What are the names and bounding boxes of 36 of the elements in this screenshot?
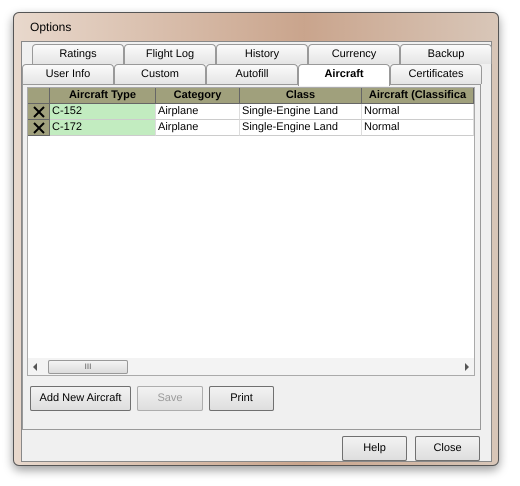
- table-cell: Airplane: [156, 120, 240, 136]
- dialog-button[interactable]: Help: [342, 436, 407, 461]
- tab[interactable]: Ratings: [32, 44, 124, 64]
- tab[interactable]: Aircraft: [298, 64, 390, 86]
- table-cell: Normal: [362, 120, 474, 136]
- delete-row-button[interactable]: [28, 120, 50, 136]
- column-header: Aircraft Type: [50, 88, 156, 104]
- cross-icon: [32, 106, 44, 118]
- table-cell: C-152: [50, 104, 156, 120]
- cross-icon: [32, 122, 44, 134]
- row-selector-header: [28, 88, 50, 104]
- tab[interactable]: Autofill: [206, 64, 298, 84]
- table-cell: Airplane: [156, 104, 240, 120]
- tab[interactable]: Certificates: [390, 64, 482, 84]
- tab[interactable]: Custom: [114, 64, 206, 84]
- right-arrow-icon[interactable]: [464, 362, 470, 370]
- dialog-button[interactable]: Print: [209, 386, 274, 411]
- column-header: Class: [240, 88, 362, 104]
- table-cell: Single-Engine Land: [240, 104, 362, 120]
- tab[interactable]: History: [216, 44, 308, 64]
- tab[interactable]: Flight Log: [124, 44, 216, 64]
- dialog-button[interactable]: Add New Aircraft: [30, 386, 131, 411]
- column-header: Aircraft (Classifica: [362, 88, 474, 104]
- tab[interactable]: Currency: [308, 44, 400, 64]
- horizontal-scrollbar[interactable]: III: [28, 358, 474, 375]
- left-arrow-icon[interactable]: [32, 362, 38, 370]
- table-cell: C-172: [50, 120, 156, 136]
- tab[interactable]: Backup: [400, 44, 492, 64]
- table-cell: Normal: [362, 104, 474, 120]
- column-header: Category: [156, 88, 240, 104]
- delete-row-button[interactable]: [28, 104, 50, 120]
- window-title: Options: [29, 19, 72, 36]
- dialog-button[interactable]: Close: [415, 436, 480, 461]
- table-cell: Single-Engine Land: [240, 120, 362, 136]
- scrollbar-thumb[interactable]: III: [48, 360, 128, 374]
- tab[interactable]: User Info: [22, 64, 114, 84]
